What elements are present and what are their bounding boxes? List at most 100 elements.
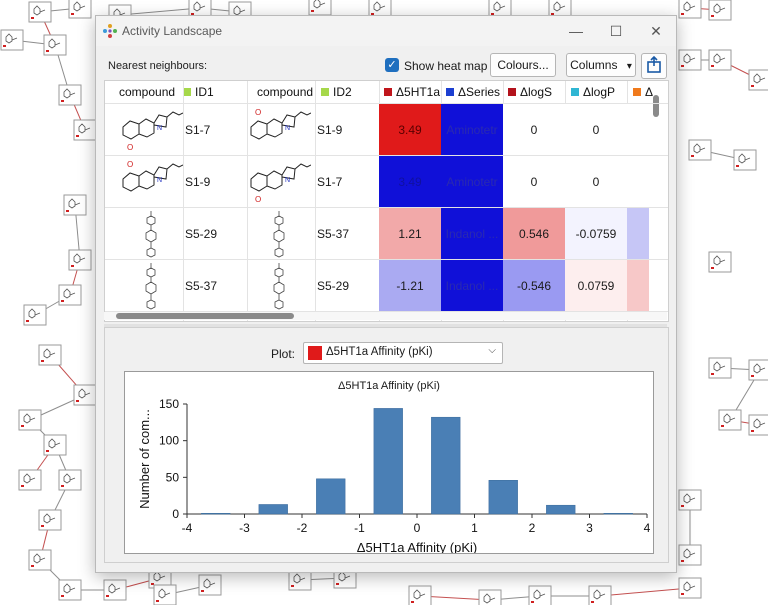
column-header-compound1[interactable]: compound [119, 81, 183, 103]
extra-cell[interactable] [627, 208, 649, 259]
delta-logp-cell[interactable]: 0 [565, 104, 627, 155]
delta-logp-cell[interactable]: 0.0759 [565, 260, 627, 311]
molecule-structure-image: ON [122, 111, 183, 152]
delta-logs-cell[interactable]: 0 [503, 156, 565, 207]
vertical-scrollbar[interactable] [653, 95, 659, 117]
delta-logs-cell[interactable]: 0 [503, 104, 565, 155]
id1-color-swatch [183, 88, 191, 96]
graph-node[interactable] [708, 0, 732, 21]
graph-node[interactable] [73, 119, 97, 141]
delta-series-cell[interactable]: Indanol ... [441, 260, 503, 311]
delta-5ht1a-cell[interactable]: 3.49 [379, 104, 441, 155]
graph-node[interactable] [308, 0, 332, 16]
graph-edge [119, 7, 201, 16]
column-header-dseries[interactable]: ΔSeries [446, 81, 508, 103]
graph-node[interactable] [18, 469, 42, 491]
graph-node[interactable] [708, 49, 732, 71]
graph-node[interactable] [38, 344, 62, 366]
column-header-dlogp[interactable]: ΔlogP [571, 81, 631, 103]
graph-node[interactable] [58, 284, 82, 306]
graph-node[interactable] [688, 139, 712, 161]
delta-5ht1a-cell[interactable]: 1.21 [379, 208, 441, 259]
graph-node[interactable] [58, 84, 82, 106]
row-id1[interactable]: S5-29 [183, 208, 249, 260]
graph-node[interactable] [708, 251, 732, 273]
delta-series-cell[interactable]: Aminotetr [441, 156, 503, 207]
delta-logp-cell[interactable]: -0.0759 [565, 208, 627, 259]
graph-node[interactable] [478, 589, 502, 605]
graph-node[interactable] [718, 409, 742, 431]
column-header-id2[interactable]: ID2 [321, 81, 381, 103]
title-bar[interactable]: Activity Landscape — ☐ ✕ [96, 16, 676, 46]
column-header-d5ht1a[interactable]: Δ5HT1a [384, 81, 446, 103]
colours-button[interactable]: Colours... [490, 53, 556, 77]
plot-property-select[interactable]: Δ5HT1a Affinity (pKi) ⌵ [303, 342, 503, 364]
horizontal-scrollbar[interactable] [116, 313, 294, 319]
graph-node[interactable] [198, 574, 222, 596]
delta-logs-cell[interactable]: -0.546 [503, 260, 565, 311]
nearest-neighbours-table[interactable]: compound ID1 compound ID2 Δ5HT1a ΔSeries… [104, 80, 669, 322]
graph-node[interactable] [58, 469, 82, 491]
row-id2[interactable]: S1-9 [315, 104, 381, 156]
graph-node[interactable] [68, 249, 92, 271]
graph-node[interactable] [103, 579, 127, 601]
y-tick-label: 50 [166, 470, 180, 484]
column-header-dlogs[interactable]: ΔlogS [508, 81, 570, 103]
graph-node[interactable] [528, 585, 552, 605]
row-id2[interactable]: S5-37 [315, 208, 381, 260]
graph-node[interactable] [708, 357, 732, 379]
dseries-color-swatch [446, 88, 454, 96]
graph-node[interactable] [18, 409, 42, 431]
row-id1[interactable]: S1-7 [183, 104, 249, 156]
delta-5ht1a-cell[interactable]: -1.21 [379, 260, 441, 311]
graph-node[interactable] [678, 489, 702, 511]
activity-landscape-window[interactable]: Activity Landscape — ☐ ✕ Nearest neighbo… [95, 15, 677, 573]
delta-logs-cell[interactable]: 0.546 [503, 208, 565, 259]
graph-node[interactable] [748, 69, 768, 91]
graph-node[interactable] [0, 29, 24, 51]
graph-node[interactable] [288, 569, 312, 591]
graph-node[interactable] [28, 549, 52, 571]
minimize-button[interactable]: — [556, 16, 596, 46]
show-heat-map-label[interactable]: Show heat map [404, 59, 487, 73]
graph-node[interactable] [733, 149, 757, 171]
delta-series-cell[interactable]: Indanol ... [441, 208, 503, 259]
delta-logp-cell[interactable]: 0 [565, 156, 627, 207]
graph-node[interactable] [68, 0, 92, 19]
graph-node[interactable] [408, 585, 432, 605]
columns-button[interactable]: Columns ▾ [566, 53, 636, 77]
graph-node[interactable] [58, 579, 82, 601]
graph-node[interactable] [43, 434, 67, 456]
graph-node[interactable] [748, 414, 768, 436]
close-button[interactable]: ✕ [636, 16, 676, 46]
graph-node[interactable] [678, 577, 702, 599]
delta-series-cell[interactable]: Aminotetr [441, 104, 503, 155]
row-id2[interactable]: S5-29 [315, 260, 381, 312]
column-header-compound2[interactable]: compound [257, 81, 329, 103]
column-header-id1[interactable]: ID1 [183, 81, 247, 103]
extra-cell[interactable] [627, 104, 649, 155]
graph-node[interactable] [153, 584, 177, 605]
row-id1[interactable]: S1-9 [183, 156, 249, 208]
molecule-structure-image [145, 263, 157, 310]
row-id1[interactable]: S5-37 [183, 260, 249, 312]
extra-cell[interactable] [627, 156, 649, 207]
graph-node[interactable] [38, 509, 62, 531]
graph-node[interactable] [23, 304, 47, 326]
delta-5ht1a-cell[interactable]: 3.49 [379, 156, 441, 207]
svg-text:N: N [157, 177, 162, 184]
graph-node[interactable] [43, 34, 67, 56]
graph-node[interactable] [63, 194, 87, 216]
show-heat-map-checkbox[interactable]: ✓ [385, 58, 399, 72]
graph-node[interactable] [588, 585, 612, 605]
graph-node[interactable] [748, 359, 768, 381]
extra-cell[interactable] [627, 260, 649, 311]
graph-node[interactable] [678, 49, 702, 71]
export-button[interactable] [641, 53, 667, 79]
graph-node[interactable] [28, 1, 52, 23]
graph-node[interactable] [678, 544, 702, 566]
row-id2[interactable]: S1-7 [315, 156, 381, 208]
graph-node[interactable] [678, 0, 702, 19]
maximize-button[interactable]: ☐ [596, 16, 636, 46]
graph-node[interactable] [73, 384, 97, 406]
